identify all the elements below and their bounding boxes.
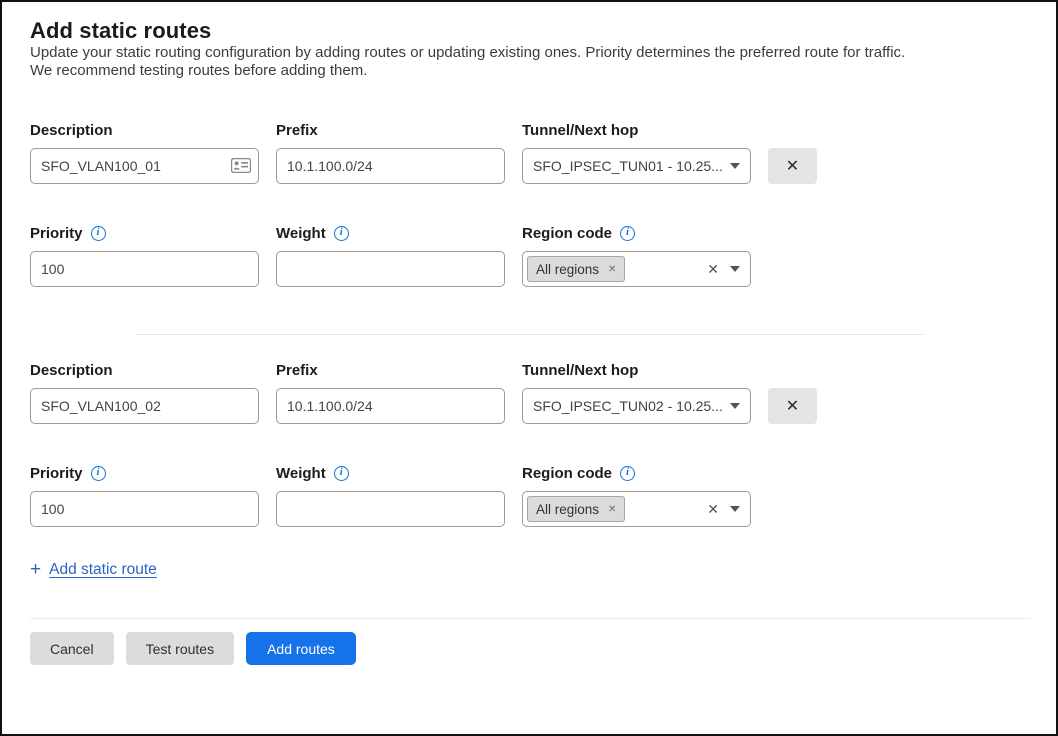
- description-input[interactable]: [30, 148, 259, 184]
- plus-icon: +: [30, 560, 41, 579]
- remove-route-button[interactable]: ✕: [768, 148, 817, 184]
- info-icon[interactable]: i: [334, 466, 349, 481]
- tunnel-select[interactable]: SFO_IPSEC_TUN01 - 10.25...: [522, 148, 751, 184]
- tunnel-label: Tunnel/Next hop: [522, 361, 751, 380]
- add-static-routes-dialog: Add static routes Update your static rou…: [0, 0, 1058, 736]
- region-select[interactable]: All regions ✕ ✕: [522, 491, 751, 527]
- intro-text-1: Update your static routing configuration…: [30, 44, 1028, 62]
- info-icon[interactable]: i: [620, 226, 635, 241]
- weight-label: Weight: [276, 465, 326, 482]
- entry-divider: [136, 334, 923, 335]
- contact-card-icon[interactable]: [231, 158, 251, 173]
- clear-icon[interactable]: ✕: [703, 261, 723, 278]
- region-label: Region code: [522, 465, 612, 482]
- region-tag: All regions ✕: [527, 496, 625, 522]
- remove-route-button[interactable]: ✕: [768, 388, 817, 424]
- tunnel-select-value: SFO_IPSEC_TUN02 - 10.25...: [533, 398, 723, 414]
- prefix-label: Prefix: [276, 361, 505, 380]
- region-tag-label: All regions: [536, 262, 599, 277]
- tunnel-select-value: SFO_IPSEC_TUN01 - 10.25...: [533, 158, 723, 174]
- footer-divider: [30, 618, 1031, 619]
- prefix-input[interactable]: [276, 148, 505, 184]
- info-icon[interactable]: i: [91, 466, 106, 481]
- description-label: Description: [30, 121, 259, 140]
- caret-down-icon: [730, 506, 740, 512]
- tunnel-label: Tunnel/Next hop: [522, 121, 751, 140]
- info-icon[interactable]: i: [334, 226, 349, 241]
- clear-icon[interactable]: ✕: [703, 501, 723, 518]
- info-icon[interactable]: i: [620, 466, 635, 481]
- region-select[interactable]: All regions ✕ ✕: [522, 251, 751, 287]
- tunnel-select[interactable]: SFO_IPSEC_TUN02 - 10.25...: [522, 388, 751, 424]
- page-title: Add static routes: [30, 16, 1028, 44]
- add-static-route-label: Add static route: [49, 561, 157, 579]
- prefix-label: Prefix: [276, 121, 505, 140]
- intro-text-2: We recommend testing routes before addin…: [30, 62, 1028, 80]
- test-routes-button[interactable]: Test routes: [126, 632, 234, 665]
- prefix-input[interactable]: [276, 388, 505, 424]
- route-entry-2: Description Prefix Tunnel/Next hop SFO_I…: [30, 361, 1028, 527]
- priority-input[interactable]: [30, 491, 259, 527]
- caret-down-icon: [730, 163, 740, 169]
- description-input[interactable]: [30, 388, 259, 424]
- footer-buttons: Cancel Test routes Add routes: [30, 632, 1028, 665]
- caret-down-icon: [730, 403, 740, 409]
- region-label: Region code: [522, 225, 612, 242]
- region-tag-label: All regions: [536, 502, 599, 517]
- caret-down-icon: [730, 266, 740, 272]
- route-entry-1: Description: [30, 121, 1028, 287]
- weight-input[interactable]: [276, 251, 505, 287]
- tag-remove-icon[interactable]: ✕: [608, 264, 616, 275]
- weight-label: Weight: [276, 225, 326, 242]
- add-static-route-link[interactable]: + Add static route: [30, 560, 157, 579]
- tag-remove-icon[interactable]: ✕: [608, 504, 616, 515]
- priority-label: Priority: [30, 465, 83, 482]
- info-icon[interactable]: i: [91, 226, 106, 241]
- priority-input[interactable]: [30, 251, 259, 287]
- add-routes-button[interactable]: Add routes: [246, 632, 356, 665]
- description-label: Description: [30, 361, 259, 380]
- cancel-button[interactable]: Cancel: [30, 632, 114, 665]
- priority-label: Priority: [30, 225, 83, 242]
- region-tag: All regions ✕: [527, 256, 625, 282]
- weight-input[interactable]: [276, 491, 505, 527]
